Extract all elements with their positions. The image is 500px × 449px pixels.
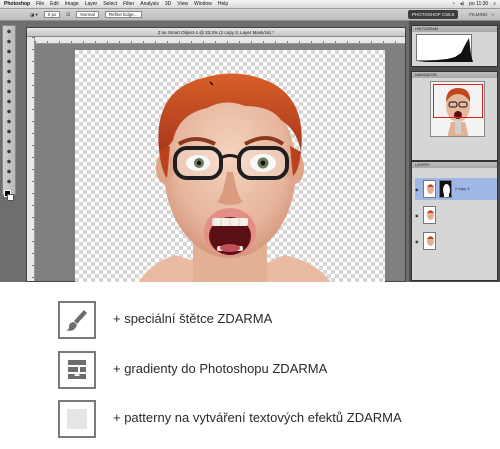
portrait-image	[139, 73, 331, 282]
menu-edit[interactable]: Edit	[50, 1, 59, 7]
gradient-panel-icon	[58, 351, 96, 389]
menu-3d[interactable]: 3D	[165, 1, 171, 7]
layer-mask-thumbnail[interactable]	[439, 180, 452, 198]
layer-thumb-face	[427, 236, 434, 246]
color-swatches[interactable]	[3, 189, 15, 203]
layer-thumb-face	[427, 210, 434, 220]
menu-analysis[interactable]: Analysis	[140, 1, 159, 7]
workspace-extra[interactable]: FILMING	[469, 12, 487, 17]
history-brush-tool-icon[interactable]	[4, 117, 14, 126]
volume-icon[interactable]: ◂)	[460, 1, 464, 7]
lasso-tool-icon[interactable]	[4, 47, 14, 56]
gradient-panel-glyph	[68, 360, 86, 379]
photoshop-screenshot: Photoshop File Edit Image Layer Select F…	[0, 0, 500, 282]
histogram-graph	[416, 34, 473, 62]
menu-file[interactable]: File	[36, 1, 44, 7]
antialias-checkbox[interactable]: ☑	[66, 12, 70, 18]
document-window: Z se Smart Object-1 @ 33.3% (2 copy 3, L…	[26, 27, 406, 282]
style-field[interactable]: Normal	[76, 11, 99, 18]
menu-image[interactable]: Image	[65, 1, 79, 7]
horizontal-ruler[interactable]	[35, 37, 405, 44]
brush-glyph	[66, 310, 87, 331]
menu-layer[interactable]: Layer	[85, 1, 98, 7]
spotlight-icon[interactable]: ⌕	[493, 1, 496, 7]
menu-window[interactable]: Window	[194, 1, 212, 7]
workspace-button[interactable]: PHOTOSHOP CS5.5	[408, 10, 459, 19]
eraser-tool-icon[interactable]	[4, 127, 14, 136]
layer-thumbnail[interactable]	[423, 206, 436, 224]
feature-patterns: + patterny na vytváření textových efektů…	[58, 400, 498, 438]
double-arrow-icon[interactable]: »	[491, 12, 494, 17]
menu-view[interactable]: View	[177, 1, 188, 7]
page-root: Photoshop File Edit Image Layer Select F…	[0, 0, 500, 449]
histogram-panel: HISTOGRAM	[411, 25, 498, 67]
app-name[interactable]: Photoshop	[4, 1, 30, 7]
eye-icon[interactable]: ◉	[415, 239, 420, 244]
layer-row[interactable]: ◉	[415, 230, 497, 252]
background-color[interactable]	[7, 194, 14, 201]
feature-patterns-text: + patterny na vytváření textových efektů…	[113, 410, 402, 425]
tools-panel	[2, 25, 16, 201]
tool-preset-icon[interactable]: ◪ ▾	[30, 12, 38, 18]
workspace-extras: FILMING »	[469, 10, 494, 19]
layers-panel: LAYERS ◉ 2 copy 3 ◉ ◉	[411, 161, 498, 281]
navigator-panel: NAVIGATOR	[411, 71, 498, 161]
layer-thumbnail[interactable]	[423, 232, 436, 250]
move-tool-icon[interactable]	[4, 27, 14, 36]
navigator-preview[interactable]	[430, 81, 485, 137]
navigator-view-box[interactable]	[433, 84, 483, 118]
pattern-square-glyph	[67, 409, 87, 429]
menu-bar: Photoshop File Edit Image Layer Select F…	[0, 0, 500, 9]
menu-filter[interactable]: Filter	[123, 1, 134, 7]
layer-name[interactable]: 2 copy 3	[455, 187, 469, 191]
brush-tool-icon[interactable]	[4, 97, 14, 106]
quick-select-tool-icon[interactable]	[4, 57, 14, 66]
menubar-status: ◔ ◂) po 11:30 ⌕	[452, 1, 500, 7]
layer-mask-shape	[443, 184, 450, 197]
marquee-tool-icon[interactable]	[4, 37, 14, 46]
feature-gradients-text: + gradienty do Photoshopu ZDARMA	[113, 361, 328, 376]
clock[interactable]: po 11:30	[469, 1, 488, 7]
eye-icon[interactable]: ◉	[415, 187, 420, 192]
type-tool-icon[interactable]	[4, 177, 14, 186]
feature-gradients: + gradienty do Photoshopu ZDARMA	[58, 351, 498, 389]
menu-help[interactable]: Help	[218, 1, 228, 7]
layer-thumb-face	[427, 184, 434, 194]
canvas[interactable]	[75, 50, 385, 282]
dodge-tool-icon[interactable]	[4, 157, 14, 166]
navigator-tab[interactable]: NAVIGATOR	[412, 72, 497, 78]
histogram-tab[interactable]: HISTOGRAM	[412, 26, 497, 32]
blur-tool-icon[interactable]	[4, 147, 14, 156]
layer-thumbnail[interactable]	[423, 180, 436, 198]
pattern-square-icon	[58, 400, 96, 438]
histogram-curve	[417, 38, 473, 62]
vertical-ruler[interactable]	[27, 37, 35, 281]
healing-tool-icon[interactable]	[4, 87, 14, 96]
right-panels: HISTOGRAM NAVIGATOR LAYERS ◉ 2 copy 3 ◉ …	[409, 21, 500, 282]
layer-row[interactable]: ◉	[415, 204, 497, 226]
feature-brushes-text: + speciální štětce ZDARMA	[113, 311, 273, 326]
crop-tool-icon[interactable]	[4, 67, 14, 76]
layers-tab[interactable]: LAYERS	[412, 162, 497, 168]
eye-icon[interactable]: ◉	[415, 213, 420, 218]
pen-tool-icon[interactable]	[4, 167, 14, 176]
menu-select[interactable]: Select	[103, 1, 117, 7]
refine-edge-button[interactable]: Refine Edge…	[104, 11, 143, 18]
document-title[interactable]: Z se Smart Object-1 @ 33.3% (2 copy 3, L…	[27, 28, 405, 37]
wifi-icon[interactable]: ◔	[452, 1, 455, 7]
brush-icon	[58, 301, 96, 339]
feather-field[interactable]: 0 px	[43, 11, 61, 18]
feature-brushes: + speciální štětce ZDARMA	[58, 301, 498, 339]
clone-tool-icon[interactable]	[4, 107, 14, 116]
layer-row-selected[interactable]: ◉ 2 copy 3	[415, 178, 497, 200]
eyedropper-tool-icon[interactable]	[4, 77, 14, 86]
gradient-tool-icon[interactable]	[4, 137, 14, 146]
